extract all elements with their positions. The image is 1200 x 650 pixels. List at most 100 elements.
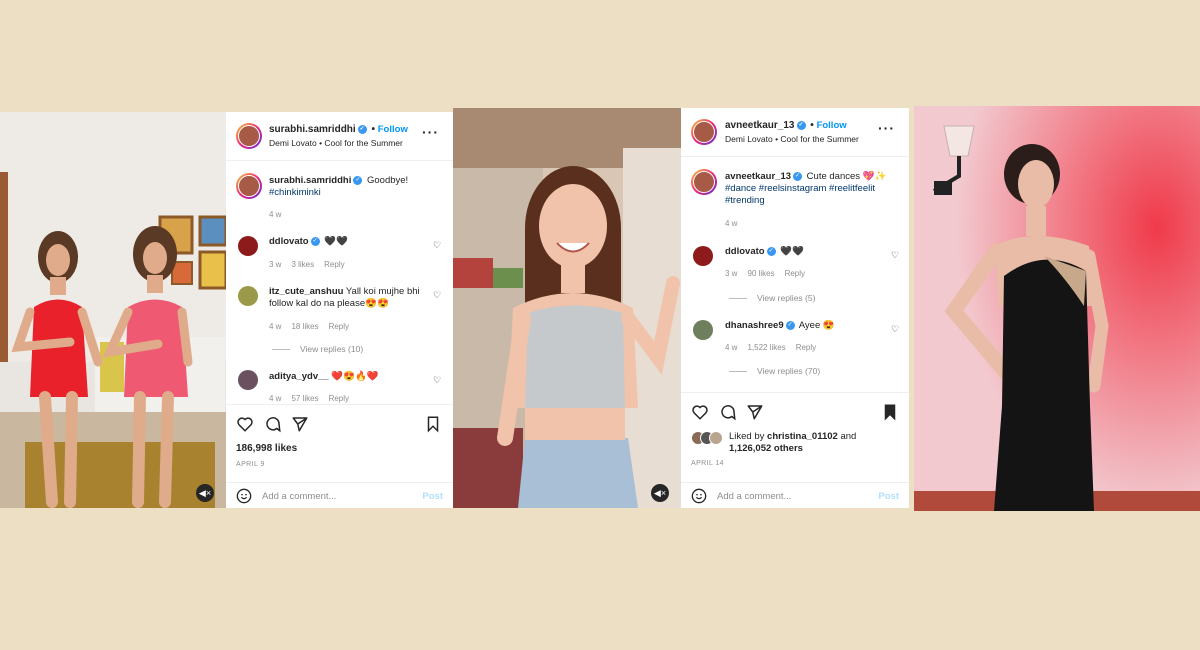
caption-username[interactable]: surabhi.samriddhi xyxy=(269,175,351,186)
comment-icon[interactable] xyxy=(719,403,737,421)
verified-icon: ✓ xyxy=(766,246,776,256)
reel-video-3[interactable] xyxy=(914,106,1200,511)
comment-username[interactable]: ddlovato xyxy=(725,246,765,257)
post-comment-button[interactable]: Post xyxy=(878,491,899,502)
comment-meta: 3 w 3 likes Reply xyxy=(269,260,355,269)
emoji-icon[interactable] xyxy=(691,488,707,504)
caption-hashtags[interactable]: #chinkiminki xyxy=(269,187,321,198)
caption: surabhi.samriddhi ✓ Goodbye! #chinkiminki xyxy=(269,175,444,199)
comment-username[interactable]: aditya_ydv__ xyxy=(269,371,329,382)
heart-icon[interactable]: ♡ xyxy=(891,250,899,261)
caption-username[interactable]: avneetkaur_13 xyxy=(725,171,791,182)
comment: ddlovato ✓ 🖤🖤 xyxy=(269,236,429,248)
reply-button[interactable]: Reply xyxy=(785,269,805,278)
verified-icon: ✓ xyxy=(796,120,806,130)
caption: avneetkaur_13 ✓ Cute dances 💖✨ #dance #re… xyxy=(725,171,901,207)
post-header: avneetkaur_13 ✓ • Follow Demi Lovato • Co… xyxy=(681,108,909,157)
caption-text: Cute dances 💖✨ xyxy=(806,171,887,182)
reel-video-1[interactable]: ◀× xyxy=(0,112,226,508)
liked-by: Liked by christina_01102 and 1,126,052 o… xyxy=(729,431,899,455)
comment-username[interactable]: ddlovato xyxy=(269,236,309,247)
commenter-avatar[interactable] xyxy=(238,236,258,256)
verified-icon: ✓ xyxy=(310,236,320,246)
caption-text: Goodbye! xyxy=(367,175,409,186)
reply-button[interactable]: Reply xyxy=(324,260,344,269)
comment-likes[interactable]: 3 likes xyxy=(291,260,314,269)
reel-video-2[interactable]: ◀× xyxy=(453,108,681,508)
commenter-avatar[interactable] xyxy=(693,246,713,266)
share-icon[interactable] xyxy=(746,403,764,421)
post-comment-button[interactable]: Post xyxy=(422,491,443,502)
share-icon[interactable] xyxy=(291,415,309,433)
heart-icon[interactable]: ♡ xyxy=(433,240,441,251)
add-comment-bar: Add a comment... Post xyxy=(681,482,909,508)
comment-meta: 4 w 18 likes Reply xyxy=(269,322,359,331)
post-date: APRIL 14 xyxy=(691,460,724,467)
liked-by-avatars xyxy=(691,431,727,445)
reply-button[interactable]: Reply xyxy=(796,343,816,352)
follow-button[interactable]: Follow xyxy=(817,120,847,131)
comment-username[interactable]: dhanashree9 xyxy=(725,320,784,331)
more-icon[interactable]: ··· xyxy=(422,124,439,140)
view-replies-button[interactable]: View replies (10) xyxy=(272,344,363,354)
likes-count[interactable]: 186,998 likes xyxy=(236,443,297,454)
bookmark-icon[interactable] xyxy=(881,403,899,421)
username-link[interactable]: avneetkaur_13 xyxy=(725,120,795,131)
heart-icon[interactable] xyxy=(691,403,709,421)
comment-likes[interactable]: 57 likes xyxy=(291,394,318,403)
add-comment-input[interactable]: Add a comment... xyxy=(262,491,336,502)
comment-meta: 3 w 90 likes Reply xyxy=(725,269,815,278)
commenter-avatar[interactable] xyxy=(238,370,258,390)
comment-text: 🖤🖤 xyxy=(324,236,348,247)
post-author: avneetkaur_13 ✓ • Follow xyxy=(725,120,847,131)
heart-icon[interactable] xyxy=(236,415,254,433)
liked-by-user[interactable]: christina_01102 xyxy=(767,431,838,442)
avatar[interactable] xyxy=(691,119,717,145)
reel-video-1-frame xyxy=(0,112,226,508)
caption-time: 4 w xyxy=(269,210,282,219)
post-card-1: surabhi.samriddhi ✓ • Follow Demi Lovato … xyxy=(226,112,453,508)
comment-text: Ayee 😍 xyxy=(798,320,835,331)
liked-by-others[interactable]: 1,126,052 others xyxy=(729,443,803,454)
comment-time: 4 w xyxy=(269,394,282,403)
mute-icon[interactable]: ◀× xyxy=(651,484,669,502)
verified-icon: ✓ xyxy=(793,171,803,181)
commenter-avatar[interactable] xyxy=(238,286,258,306)
post-header: surabhi.samriddhi ✓ • Follow Demi Lovato … xyxy=(226,112,453,161)
follow-button[interactable]: Follow xyxy=(378,124,408,135)
avatar[interactable] xyxy=(236,123,262,149)
comment-likes[interactable]: 1,522 likes xyxy=(747,343,785,352)
comment-likes[interactable]: 18 likes xyxy=(291,322,318,331)
liked-by-prefix: Liked by xyxy=(729,431,765,442)
comment-username[interactable]: itz_cute_anshuu xyxy=(269,286,343,297)
heart-icon[interactable]: ♡ xyxy=(433,375,441,386)
caption-avatar[interactable] xyxy=(236,173,262,199)
post-date: APRIL 9 xyxy=(236,461,265,468)
bookmark-icon[interactable] xyxy=(424,415,442,433)
action-bar: Liked by christina_01102 and 1,126,052 o… xyxy=(681,392,909,481)
add-comment-input[interactable]: Add a comment... xyxy=(717,491,791,502)
emoji-icon[interactable] xyxy=(236,488,252,504)
comment-time: 4 w xyxy=(725,343,738,352)
caption-hashtags[interactable]: #dance #reelsinstagram #reelitfeelit #tr… xyxy=(725,183,875,206)
view-replies-button[interactable]: View replies (5) xyxy=(729,293,815,303)
more-icon[interactable]: ··· xyxy=(878,120,895,136)
heart-icon[interactable]: ♡ xyxy=(433,290,441,301)
reel-video-2-frame xyxy=(453,108,681,508)
reply-button[interactable]: Reply xyxy=(329,394,349,403)
reply-button[interactable]: Reply xyxy=(329,322,349,331)
liked-by-and: and xyxy=(840,431,857,442)
comment-time: 3 w xyxy=(725,269,738,278)
caption-avatar[interactable] xyxy=(691,169,717,195)
audio-track[interactable]: Demi Lovato • Cool for the Summer xyxy=(725,134,859,144)
comment-likes[interactable]: 90 likes xyxy=(747,269,774,278)
audio-track[interactable]: Demi Lovato • Cool for the Summer xyxy=(269,138,403,148)
comment-icon[interactable] xyxy=(264,415,282,433)
username-link[interactable]: surabhi.samriddhi xyxy=(269,124,356,135)
view-replies-button[interactable]: View replies (70) xyxy=(729,366,820,376)
comment: aditya_ydv__ ❤️😍🔥❤️ xyxy=(269,371,429,383)
mute-icon[interactable]: ◀× xyxy=(196,484,214,502)
commenter-avatar[interactable] xyxy=(693,320,713,340)
heart-icon[interactable]: ♡ xyxy=(891,324,899,335)
verified-icon: ✓ xyxy=(353,175,363,185)
